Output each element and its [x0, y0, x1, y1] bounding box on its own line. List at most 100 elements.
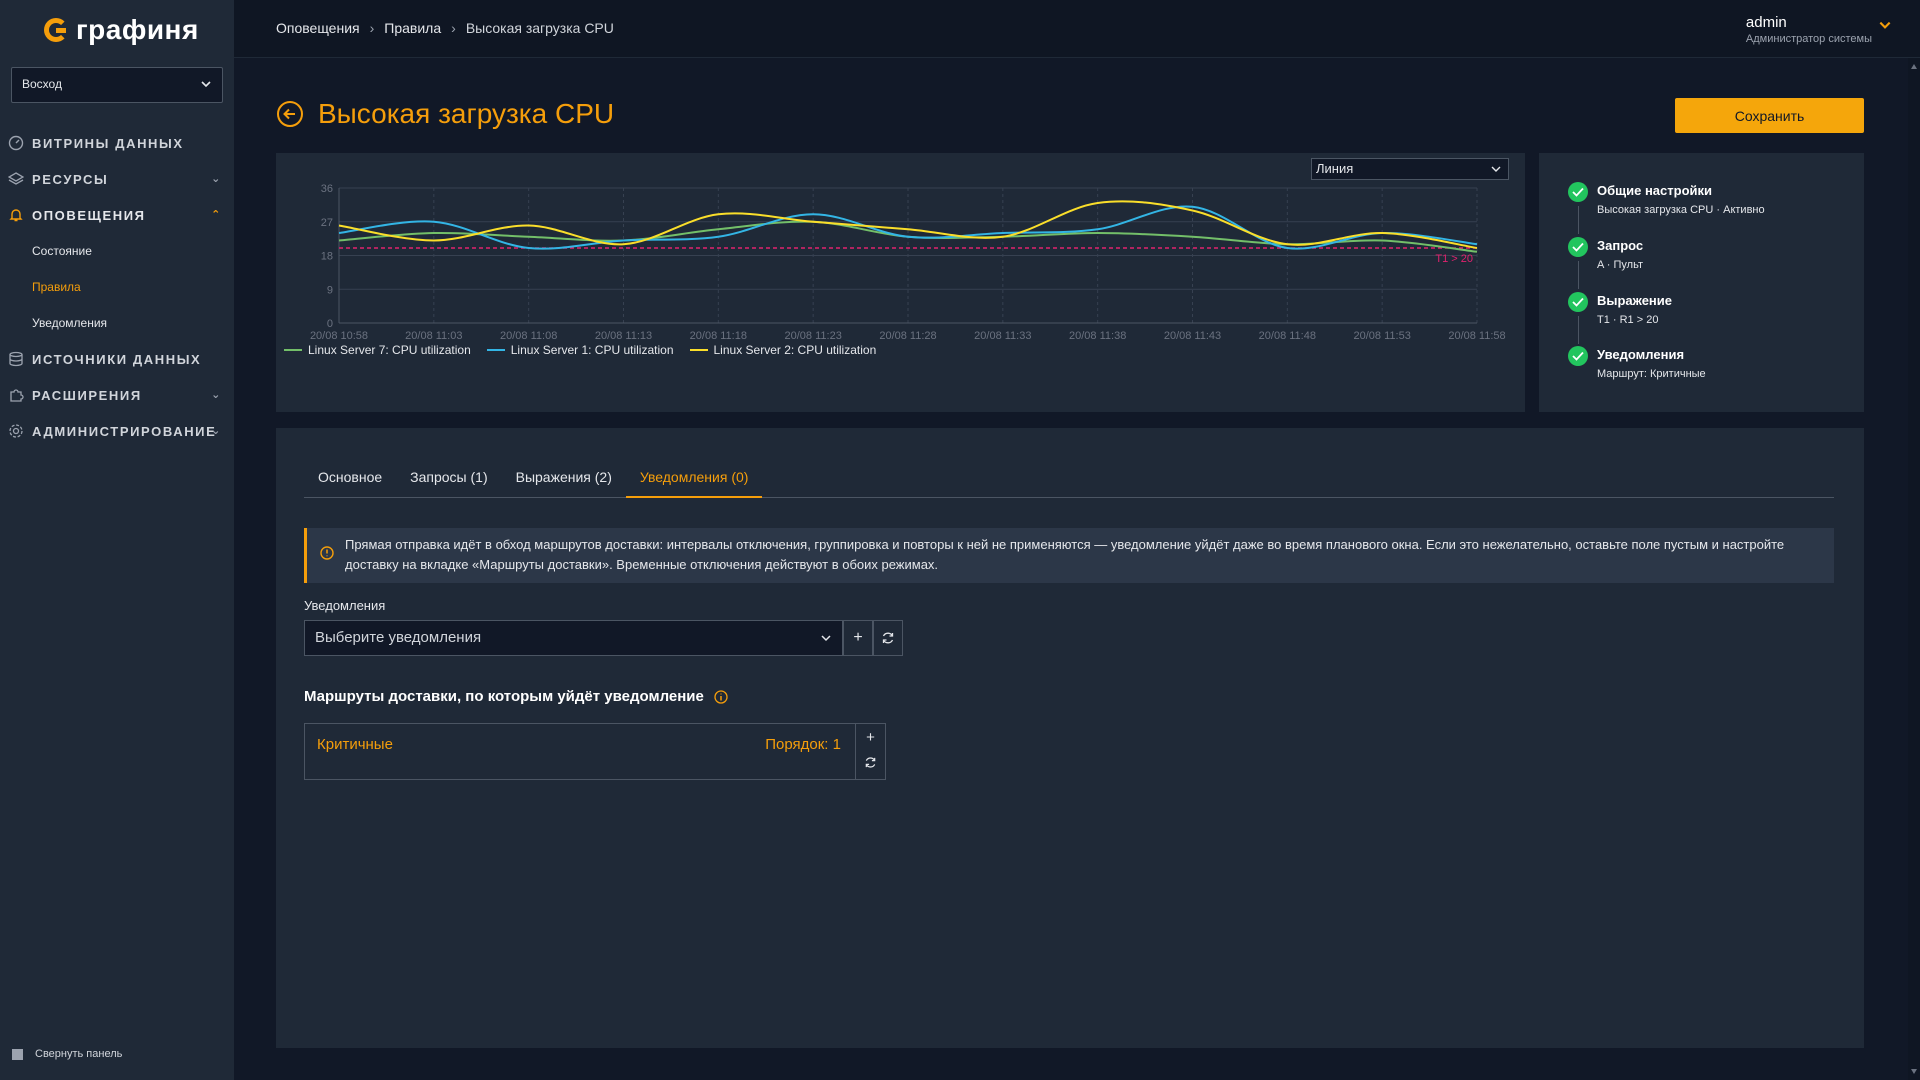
- chevron-up-icon: ⌃: [211, 209, 222, 221]
- legend-label: Linux Server 1: CPU utilization: [510, 343, 674, 357]
- legend-swatch: [689, 349, 708, 351]
- x-tick-label: 20/08 11:33: [974, 330, 1031, 342]
- cpu-chart: 0 9 18 27 36 20/08 10:58 20/08 11:03 20/08 11:0…: [310, 183, 1506, 342]
- database-icon: [9, 351, 23, 367]
- topbar: Оповещения › Правила › Высокая загрузка …: [234, 0, 1920, 58]
- breadcrumb-current: Высокая загрузка CPU: [465, 20, 614, 36]
- route-order: Порядок: 1: [765, 736, 841, 753]
- sidebar-item-datasources[interactable]: ИСТОЧНИКИ ДАННЫХ: [0, 341, 234, 377]
- warning-text: Прямая отправка идёт в обход маршрутов д…: [345, 537, 1785, 572]
- x-tick-label: 20/08 11:03: [405, 330, 462, 342]
- x-tick-label: 20/08 11:43: [1164, 330, 1221, 342]
- legend-label: Linux Server 2: CPU utilization: [713, 343, 877, 357]
- chart-panel: 0 9 18 27 36 20/08 10:58 20/08 11:03 20/08 11:0…: [276, 153, 1525, 412]
- chevron-down-icon: ⌄: [211, 173, 222, 185]
- user-role: Администратор системы: [1745, 33, 1872, 45]
- notifications-placeholder: Выберите уведомления: [315, 629, 482, 646]
- tab-expressions[interactable]: Выражения (2): [502, 458, 626, 498]
- user-name: admin: [1745, 14, 1787, 31]
- app-logo[interactable]: графиня: [44, 14, 199, 46]
- sidebar-item-label: ИСТОЧНИКИ ДАННЫХ: [32, 351, 202, 367]
- step-title: Уведомления: [1597, 347, 1685, 362]
- check-circle-icon: [1568, 237, 1588, 257]
- breadcrumb-rules[interactable]: Правила: [384, 20, 441, 36]
- step-title: Запрос: [1597, 238, 1644, 253]
- legend-item[interactable]: Linux Server 2: CPU utilization: [689, 343, 877, 357]
- logo-text: графиня: [76, 14, 199, 45]
- visualization-select[interactable]: Линия: [1311, 158, 1509, 180]
- chart-legend: Linux Server 7: CPU utilization Linux Se…: [284, 343, 876, 357]
- step-subtitle: T1 · R1 > 20: [1597, 314, 1659, 326]
- sidebar-item-resources[interactable]: РЕСУРСЫ ⌄: [0, 161, 234, 197]
- tab-queries[interactable]: Запросы (1): [396, 458, 501, 498]
- refresh-icon: [865, 757, 876, 768]
- step-title: Общие настройки: [1597, 183, 1712, 198]
- sidebar-subitem-rules[interactable]: Правила: [0, 269, 234, 305]
- add-route-button[interactable]: +: [856, 724, 885, 751]
- step-subtitle: A · Пульт: [1597, 259, 1643, 271]
- chevron-down-icon: [1491, 166, 1501, 172]
- org-select-value: Восход: [22, 77, 62, 91]
- tab-general[interactable]: Основное: [304, 458, 396, 498]
- tab-notifications[interactable]: Уведомления (0): [625, 458, 763, 498]
- x-tick-label: 20/08 11:23: [785, 330, 842, 342]
- y-tick-label: 9: [327, 284, 333, 296]
- visualization-select-value: Линия: [1316, 161, 1354, 176]
- sidebar-item-dashboards[interactable]: ВИТРИНЫ ДАННЫХ: [0, 125, 234, 161]
- sidebar-item-label: РЕСУРСЫ: [32, 171, 109, 187]
- step-connector: [1578, 261, 1579, 289]
- breadcrumb-separator-icon: ›: [451, 20, 456, 36]
- breadcrumb-alerting[interactable]: Оповещения: [276, 20, 360, 36]
- breadcrumb-separator-icon: ›: [369, 20, 375, 36]
- route-item[interactable]: Критичные Порядок: 1 +: [304, 723, 886, 780]
- legend-swatch: [284, 349, 302, 351]
- step-title: Выражение: [1597, 293, 1673, 308]
- route-actions: +: [855, 724, 885, 779]
- panel-collapse-icon: [12, 1048, 23, 1060]
- sidebar-item-alerting[interactable]: ОПОВЕЩЕНИЯ ⌃: [0, 197, 234, 233]
- refresh-notifications-button[interactable]: [873, 620, 903, 656]
- sidebar-nav: ВИТРИНЫ ДАННЫХ РЕСУРСЫ ⌄ ОПОВЕЩЕНИЯ ⌃ Со…: [0, 125, 234, 449]
- scroll-down-icon[interactable]: [1911, 1069, 1917, 1074]
- chevron-down-icon: [201, 81, 211, 88]
- scroll-up-icon[interactable]: [1911, 64, 1917, 69]
- step-subtitle: Высокая загрузка CPU · Активно: [1597, 204, 1765, 216]
- step-subtitle: Маршрут: Критичные: [1597, 368, 1706, 380]
- puzzle-icon: [10, 389, 24, 402]
- page-scrollbar[interactable]: [1908, 58, 1920, 1080]
- x-tick-label: 20/08 11:53: [1354, 330, 1411, 342]
- legend-item[interactable]: Linux Server 7: CPU utilization: [284, 343, 471, 357]
- legend-item[interactable]: Linux Server 1: CPU utilization: [486, 343, 674, 357]
- routes-title-text: Маршруты доставки, по которым уйдёт увед…: [304, 688, 704, 705]
- sidebar-item-plugins[interactable]: РАСШИРЕНИЯ ⌄: [0, 377, 234, 413]
- chevron-down-icon: ⌄: [211, 425, 222, 437]
- user-menu[interactable]: admin Администратор системы: [1745, 14, 1891, 45]
- save-button[interactable]: Сохранить: [1675, 98, 1864, 133]
- org-select[interactable]: Восход: [11, 67, 223, 103]
- sidebar-item-label: ОПОВЕЩЕНИЯ: [32, 207, 146, 223]
- sidebar-item-administration[interactable]: АДМИНИСТРИРОВАНИЕ ⌄: [0, 413, 234, 449]
- y-tick-label: 0: [327, 318, 333, 330]
- notifications-select[interactable]: Выберите уведомления: [304, 620, 843, 656]
- sidebar-subitem-state[interactable]: Состояние: [0, 233, 234, 269]
- warning-alert: Прямая отправка идёт в обход маршрутов д…: [304, 528, 1834, 583]
- sidebar: графиня Восход ВИТРИНЫ ДАННЫХ РЕСУРСЫ ⌄ …: [0, 0, 234, 1080]
- routes-title: Маршруты доставки, по которым уйдёт увед…: [304, 688, 728, 705]
- logo-icon: [44, 18, 68, 42]
- collapse-label: Свернуть панель: [35, 1048, 123, 1060]
- sidebar-item-label: ВИТРИНЫ ДАННЫХ: [32, 135, 184, 151]
- chevron-down-icon: ⌄: [211, 389, 222, 401]
- breadcrumb: Оповещения › Правила › Высокая загрузка …: [276, 20, 614, 36]
- layers-icon: [8, 172, 24, 185]
- x-tick-label: 20/08 11:13: [595, 330, 652, 342]
- x-tick-label: 20/08 11:28: [879, 330, 936, 342]
- back-arrow-icon[interactable]: [276, 100, 304, 128]
- collapse-sidebar-button[interactable]: Свернуть панель: [12, 1048, 122, 1060]
- refresh-route-button[interactable]: [856, 751, 885, 778]
- sidebar-subitem-notifications[interactable]: Уведомления: [0, 305, 234, 341]
- check-circle-icon: [1568, 292, 1588, 312]
- tab-bar: Основное Запросы (1) Выражения (2) Уведо…: [304, 458, 1834, 498]
- info-icon[interactable]: [714, 689, 728, 704]
- add-notification-button[interactable]: +: [843, 620, 873, 656]
- x-tick-label: 20/08 11:18: [690, 330, 747, 342]
